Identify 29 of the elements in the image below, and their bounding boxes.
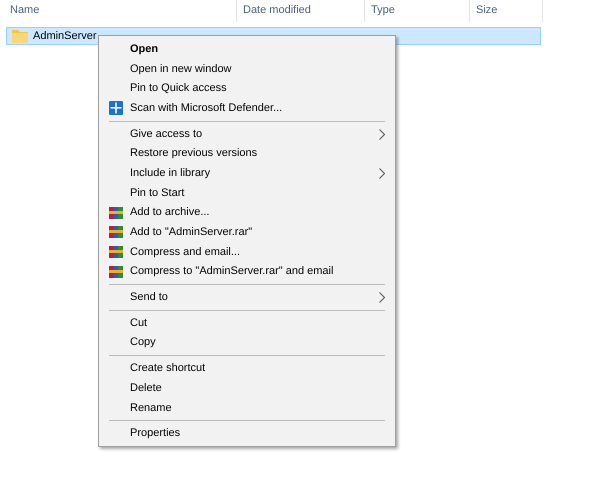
folder-icon xyxy=(12,29,28,43)
books-icon xyxy=(108,224,124,240)
menu-item[interactable]: Add to archive... xyxy=(101,202,393,222)
column-header[interactable]: Type xyxy=(365,0,470,22)
books-icon xyxy=(108,264,124,280)
menu-item[interactable]: Pin to Quick access xyxy=(101,78,393,98)
menu-item[interactable]: Rename xyxy=(101,398,393,418)
menu-item[interactable]: Restore previous versions xyxy=(101,143,393,164)
file-name: AdminServer xyxy=(33,30,97,42)
column-header[interactable]: Size xyxy=(470,0,543,22)
column-header[interactable]: Name xyxy=(0,0,237,22)
menu-item[interactable]: Include in library xyxy=(101,163,393,183)
menu-item[interactable]: Compress and email... xyxy=(101,242,393,262)
menu-item[interactable]: Compress to "AdminServer.rar" and email xyxy=(101,262,393,282)
menu-item[interactable]: Open xyxy=(101,39,393,59)
books-icon xyxy=(108,204,124,220)
menu-item[interactable]: Scan with Microsoft Defender... xyxy=(101,98,393,118)
menu-item[interactable]: Add to "AdminServer.rar" xyxy=(101,222,393,242)
menu-item[interactable]: Cut xyxy=(101,312,393,333)
menu-item[interactable]: Copy xyxy=(101,332,393,352)
menu-item[interactable]: Give access to xyxy=(101,124,393,144)
menu-item[interactable]: Delete xyxy=(101,378,393,398)
menu-item[interactable]: Properties xyxy=(101,423,393,444)
menu-item[interactable]: Send to xyxy=(101,287,393,307)
books-icon xyxy=(108,244,124,260)
menu-item[interactable]: Pin to Start xyxy=(101,182,393,202)
menu-item[interactable]: Create shortcut xyxy=(101,358,393,378)
column-header[interactable]: Date modified xyxy=(237,0,365,22)
menu-item[interactable]: Open in new window xyxy=(101,58,393,78)
